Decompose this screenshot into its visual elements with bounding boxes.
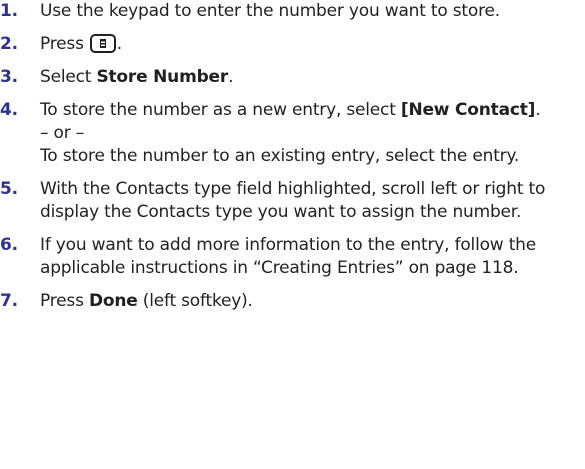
done-softkey: Done	[88, 291, 138, 311]
step-number: 4.	[0, 100, 18, 120]
step-4: 4. To store the number as a new entry, s…	[0, 99, 585, 168]
step-text: Press	[40, 291, 89, 311]
step-number: 7.	[0, 291, 18, 311]
step-text-end: .	[228, 67, 234, 87]
step-3: 3. Select Store Number.	[0, 66, 585, 89]
step-number: 3.	[0, 67, 18, 87]
or-separator: – or –	[40, 123, 84, 143]
step-5: 5. With the Contacts type field highligh…	[0, 178, 585, 224]
step-text-end: .	[535, 100, 541, 120]
step-text: Press	[40, 34, 84, 54]
step-text: Use the keypad to enter the number you w…	[40, 1, 500, 21]
step-2: 2. Press.	[0, 33, 585, 56]
step-number: 1.	[0, 1, 18, 21]
new-contact-option: [New Contact]	[400, 100, 536, 120]
step-text: If you want to add more information to t…	[40, 235, 537, 278]
step-number: 5.	[0, 179, 18, 199]
step-6: 6. If you want to add more information t…	[0, 234, 585, 280]
step-text-end: .	[116, 34, 122, 54]
step-number: 2.	[0, 34, 18, 54]
alternative-text: To store the number to an existing entry…	[40, 146, 520, 166]
step-text-end: (left softkey).	[137, 291, 253, 311]
store-number-option: Store Number	[96, 67, 229, 87]
step-text: To store the number as a new entry, sele…	[40, 100, 401, 120]
step-text: Select	[40, 67, 97, 87]
step-7: 7. Press Done (left softkey).	[0, 290, 585, 313]
step-text: With the Contacts type field highlighted…	[40, 179, 546, 222]
step-1: 1. Use the keypad to enter the number yo…	[0, 0, 585, 23]
instruction-steps: 1. Use the keypad to enter the number yo…	[0, 0, 585, 313]
step-number: 6.	[0, 235, 18, 255]
menu-key-icon	[89, 34, 116, 53]
